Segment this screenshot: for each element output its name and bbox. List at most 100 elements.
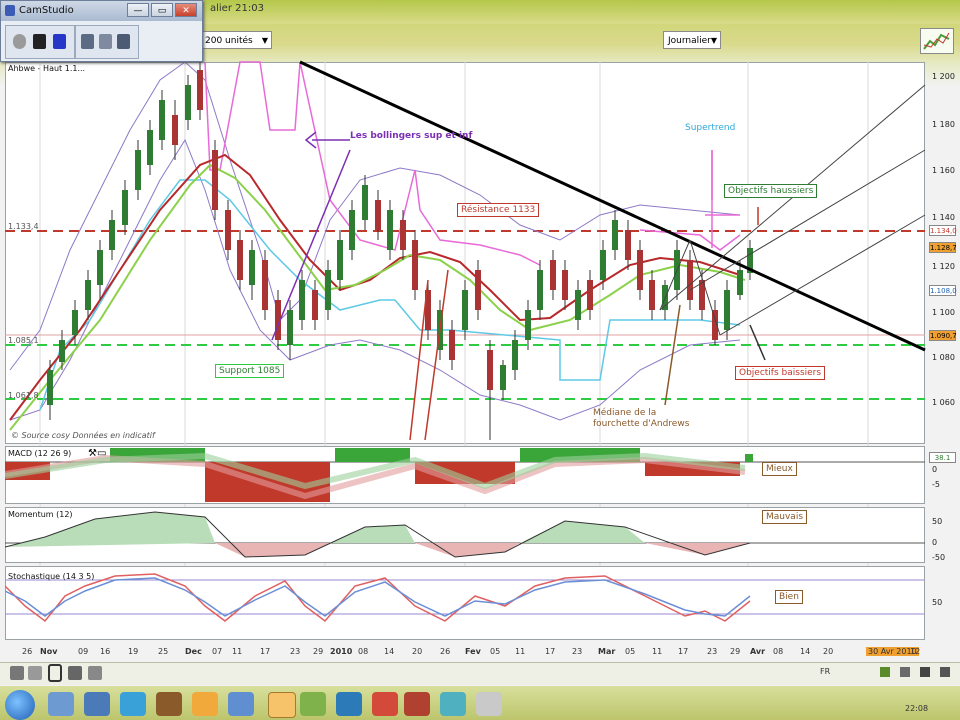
tool-icon[interactable] — [10, 666, 24, 680]
tool-icon[interactable] — [68, 666, 82, 680]
chart-bottom-toolbar: FR — [0, 662, 960, 685]
macd-box: 38.1 — [929, 452, 956, 463]
x-tick: 26 — [440, 647, 451, 656]
momentum-y-tick: -50 — [932, 553, 946, 562]
x-tick: 08 — [358, 647, 369, 656]
y-tick: 1 180 — [932, 120, 955, 129]
x-tick: 17 — [545, 647, 556, 656]
taskbar-app-icon[interactable] — [476, 692, 502, 716]
bollinger-lower — [9, 138, 741, 421]
stop-icon[interactable] — [33, 34, 46, 49]
x-tick: 12 — [910, 647, 921, 656]
taskbar-app-icon[interactable] — [404, 692, 430, 716]
camstudio-title-bar[interactable]: CamStudio — ▭ ✕ — [1, 1, 202, 21]
tray-icon[interactable] — [920, 667, 930, 677]
momentum-title: Momentum (12) — [8, 510, 73, 519]
price-box: 1.090,7 — [929, 330, 957, 341]
settings-icon[interactable] — [117, 34, 130, 49]
taskbar-app-icon[interactable] — [48, 692, 74, 716]
x-tick: 20 — [412, 647, 423, 656]
low-value: 1.061,8 — [8, 391, 39, 400]
tray-icon[interactable] — [880, 667, 890, 677]
macd-title: MACD (12 26 9) — [8, 449, 72, 458]
copy-icon[interactable]: ▭ — [97, 448, 106, 459]
tray-language[interactable]: FR — [820, 667, 830, 676]
record-icon[interactable] — [13, 34, 26, 49]
x-tick: Dec — [185, 647, 202, 656]
x-tick: 14 — [800, 647, 811, 656]
x-tick: Fev — [465, 647, 481, 656]
stochastic-label: Bien — [775, 590, 803, 604]
taskbar-app-icon[interactable] — [156, 692, 182, 716]
annotation-bollingers: Les bollingers sup et inf — [350, 131, 473, 141]
camstudio-title: CamStudio — [19, 5, 74, 16]
x-tick: 11 — [652, 647, 663, 656]
y-tick: 1 080 — [932, 353, 955, 362]
taskbar-app-icon[interactable] — [372, 692, 398, 716]
x-tick: 29 — [313, 647, 324, 656]
macd-y-tick: -5 — [932, 480, 940, 489]
minimize-button[interactable]: — — [127, 3, 149, 17]
price-box: 1.128,7 — [929, 242, 957, 253]
x-tick: 11 — [515, 647, 526, 656]
taskbar-app-icon[interactable] — [228, 692, 254, 716]
tool-icon[interactable] — [88, 666, 102, 680]
annotation-mediane: Médiane de la fourchette d'Andrews — [593, 408, 690, 429]
taskbar-app-icon[interactable] — [336, 692, 362, 716]
pause-icon[interactable] — [53, 34, 66, 49]
x-tick: 23 — [572, 647, 583, 656]
y-tick: 1 200 — [932, 72, 955, 81]
x-tick: Mar — [598, 647, 616, 656]
annotation-resistance: Résistance 1133 — [457, 203, 540, 217]
support-value: 1.085,1 — [8, 336, 39, 345]
annotation-supertrend: Supertrend — [685, 123, 736, 133]
x-tick: 17 — [678, 647, 689, 656]
x-tick: 20 — [823, 647, 834, 656]
tool-icon[interactable] — [28, 666, 42, 680]
x-tick: 05 — [625, 647, 636, 656]
x-tick: 05 — [490, 647, 501, 656]
momentum-y-tick: 0 — [932, 538, 938, 547]
x-tick: 23 — [707, 647, 718, 656]
taskbar-app-icon[interactable] — [440, 692, 466, 716]
stochastic-title: Stochastique (14 3 5) — [8, 572, 95, 581]
tray-icon[interactable] — [940, 667, 950, 677]
resistance-value: 1.133,4 — [8, 222, 39, 231]
momentum-label: Mauvais — [762, 510, 808, 524]
x-tick: 2010 — [330, 647, 353, 656]
taskbar-app-icon[interactable] — [268, 692, 296, 718]
annotation-objectifs-haussiers: Objectifs haussiers — [724, 184, 818, 198]
x-tick: 14 — [384, 647, 395, 656]
x-tick: 29 — [730, 647, 741, 656]
region-icon[interactable] — [81, 34, 94, 49]
maximize-button[interactable]: ▭ — [151, 3, 173, 17]
taskbar-app-icon[interactable] — [300, 692, 326, 716]
taskbar-app-icon[interactable] — [192, 692, 218, 716]
camstudio-window[interactable]: CamStudio — ▭ ✕ — [0, 0, 203, 62]
annotation-support: Support 1085 — [215, 364, 285, 378]
magenta-line-2 — [639, 150, 741, 251]
tool-icon-selected[interactable] — [48, 664, 62, 682]
wrench-icon[interactable]: ⚒ — [88, 448, 97, 459]
taskbar-app-icon[interactable] — [120, 692, 146, 716]
tray-clock[interactable]: 22:08 — [905, 704, 928, 713]
taskbar-app-icon[interactable] — [84, 692, 110, 716]
close-button[interactable]: ✕ — [175, 3, 197, 17]
x-tick: 19 — [128, 647, 139, 656]
stochastic-y-tick: 50 — [932, 598, 943, 607]
macd-panel-tools[interactable]: ⚒▭ — [88, 448, 116, 459]
x-tick: Avr — [750, 647, 766, 656]
y-tick: 1 140 — [932, 213, 955, 222]
y-tick: 1 160 — [932, 166, 955, 175]
x-tick: 07 — [212, 647, 223, 656]
x-tick: 16 — [100, 647, 111, 656]
annotation-objectifs-baissiers: Objectifs baissiers — [735, 366, 826, 380]
options-icon[interactable] — [99, 34, 112, 49]
watermark: © Source cosy Données en indicatif — [11, 431, 155, 440]
tray-icon[interactable] — [900, 667, 910, 677]
candlesticks — [47, 62, 753, 440]
start-button[interactable] — [5, 690, 35, 720]
y-tick: 1 120 — [932, 262, 955, 271]
x-tick: 08 — [773, 647, 784, 656]
price-box: 1.108,0 — [929, 285, 957, 296]
